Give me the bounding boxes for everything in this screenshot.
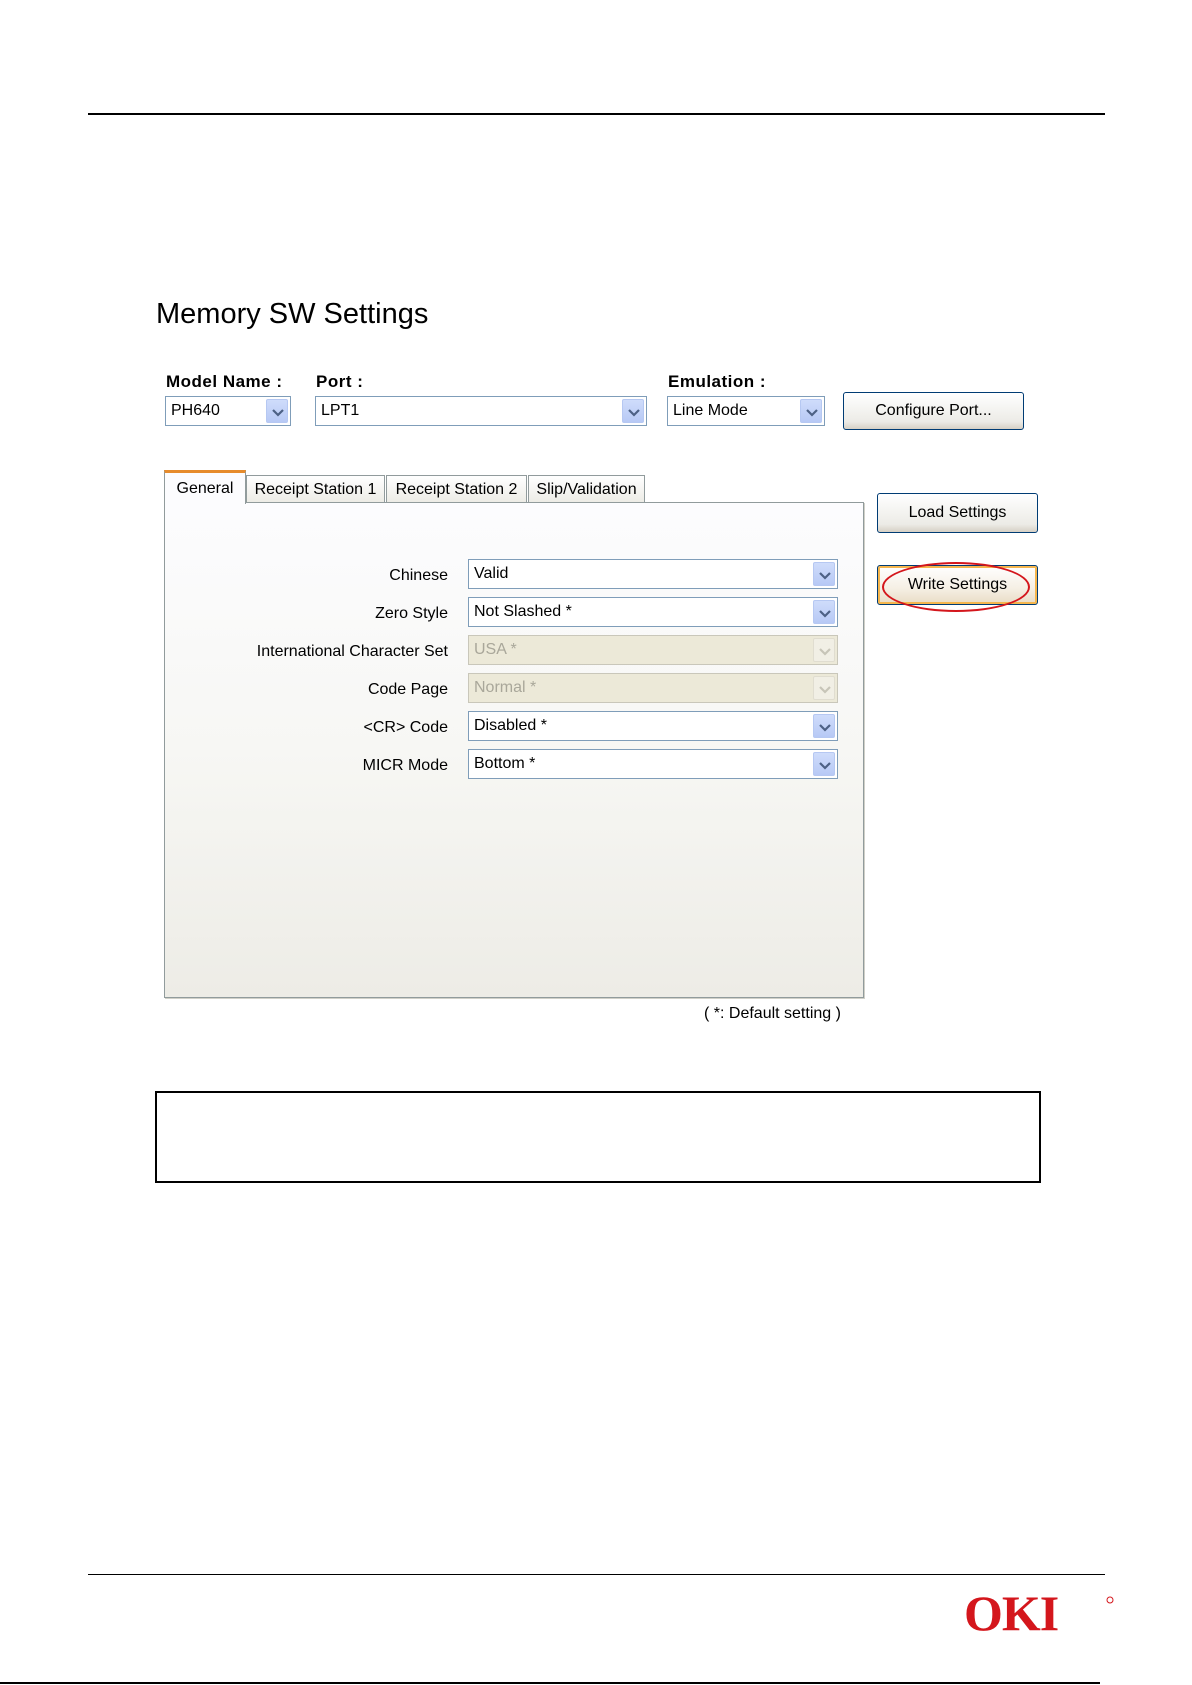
chevron-down-icon bbox=[813, 676, 835, 700]
setting-row-label-wrap: <CR> Code bbox=[165, 713, 449, 743]
note-box bbox=[155, 1091, 1041, 1183]
general-settings-panel: Chinese Valid Zero Style Not Slashed * I… bbox=[164, 502, 864, 998]
oki-logo: OKI bbox=[964, 1585, 1114, 1643]
emulation-label: Emulation : bbox=[668, 372, 767, 391]
chevron-down-icon[interactable] bbox=[813, 600, 835, 624]
highlight-ellipse bbox=[882, 562, 1030, 612]
tab-general[interactable]: General bbox=[164, 470, 246, 504]
setting-label-international-character-set: International Character Set bbox=[256, 643, 448, 660]
footer-edge-rule bbox=[0, 1682, 1100, 1684]
default-setting-note: ( *: Default setting ) bbox=[704, 1005, 841, 1022]
setting-label-code-page: Code Page bbox=[367, 681, 448, 698]
setting-row-label-wrap: MICR Mode bbox=[165, 751, 448, 781]
emulation-select[interactable]: Line Mode bbox=[667, 396, 825, 426]
port-label: Port : bbox=[316, 372, 364, 391]
chevron-down-icon[interactable] bbox=[622, 399, 644, 423]
chinese-select[interactable]: Valid bbox=[468, 559, 838, 589]
zero-style-value: Not Slashed * bbox=[474, 603, 572, 620]
load-settings-button[interactable]: Load Settings bbox=[877, 493, 1038, 533]
chevron-down-icon bbox=[813, 638, 835, 662]
cr-code-select[interactable]: Disabled * bbox=[468, 711, 838, 741]
setting-row-label-wrap: International Character Set bbox=[165, 637, 448, 667]
footer-rule bbox=[88, 1574, 1105, 1575]
setting-label-micr-mode: MICR Mode bbox=[362, 757, 448, 774]
oki-logo-text: OKI bbox=[964, 1590, 1058, 1638]
setting-row-label-wrap: Chinese bbox=[165, 561, 448, 591]
emulation-value: Line Mode bbox=[673, 402, 748, 419]
chinese-value: Valid bbox=[474, 565, 509, 582]
chevron-down-icon[interactable] bbox=[813, 752, 835, 776]
international-character-set-value: USA * bbox=[474, 641, 517, 658]
model-name-label: Model Name : bbox=[166, 372, 283, 391]
chevron-down-icon[interactable] bbox=[813, 562, 835, 586]
micr-mode-select[interactable]: Bottom * bbox=[468, 749, 838, 779]
tab-slip-validation[interactable]: Slip/Validation bbox=[528, 475, 645, 503]
page-title: Memory SW Settings bbox=[156, 298, 429, 330]
international-character-set-select: USA * bbox=[468, 635, 838, 665]
setting-label-chinese: Chinese bbox=[389, 567, 448, 584]
tab-receipt-station-2[interactable]: Receipt Station 2 bbox=[386, 475, 527, 503]
setting-label-zero-style: Zero Style bbox=[375, 605, 448, 622]
setting-row-label-wrap: Zero Style bbox=[165, 599, 448, 629]
port-select[interactable]: LPT1 bbox=[315, 396, 647, 426]
setting-row-label-wrap: Code Page bbox=[165, 675, 448, 705]
setting-label-cr-code: <CR> Code bbox=[363, 719, 449, 736]
micr-mode-value: Bottom * bbox=[474, 755, 536, 772]
chevron-down-icon[interactable] bbox=[813, 714, 835, 738]
chevron-down-icon[interactable] bbox=[266, 399, 288, 423]
chevron-down-icon[interactable] bbox=[800, 399, 822, 423]
cr-code-value: Disabled * bbox=[474, 717, 547, 734]
port-value: LPT1 bbox=[321, 402, 360, 419]
configure-port-button[interactable]: Configure Port... bbox=[843, 392, 1024, 430]
zero-style-select[interactable]: Not Slashed * bbox=[468, 597, 838, 627]
header-rule bbox=[88, 113, 1105, 115]
model-name-value: PH640 bbox=[171, 402, 220, 419]
code-page-select: Normal * bbox=[468, 673, 838, 703]
tab-receipt-station-1[interactable]: Receipt Station 1 bbox=[246, 475, 385, 503]
model-name-select[interactable]: PH640 bbox=[165, 396, 291, 426]
code-page-value: Normal * bbox=[474, 679, 537, 696]
